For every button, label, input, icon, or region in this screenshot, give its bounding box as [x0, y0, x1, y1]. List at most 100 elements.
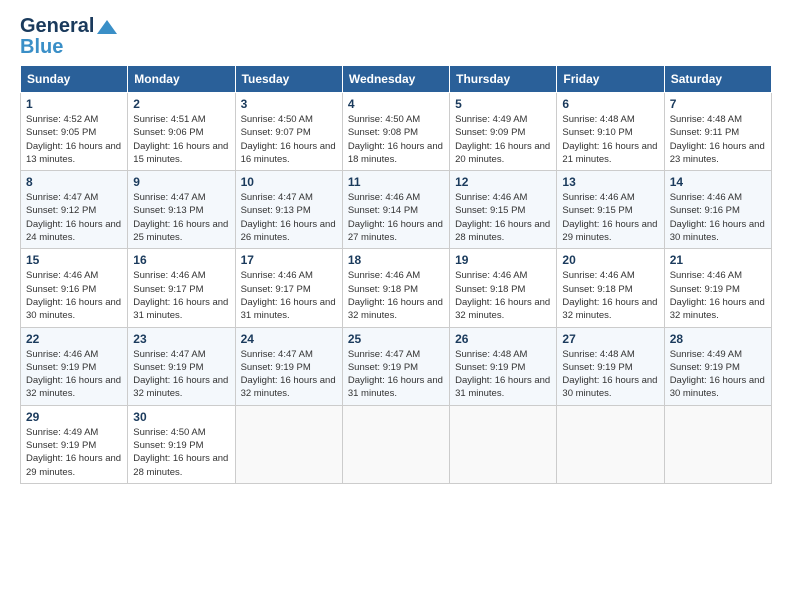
day-info: Sunrise: 4:50 AMSunset: 9:19 PMDaylight:…	[133, 426, 229, 479]
day-number: 13	[562, 175, 658, 189]
day-info: Sunrise: 4:47 AMSunset: 9:13 PMDaylight:…	[133, 191, 229, 244]
calendar-header-saturday: Saturday	[664, 66, 771, 93]
calendar-cell	[450, 405, 557, 483]
day-number: 24	[241, 332, 337, 346]
day-info: Sunrise: 4:49 AMSunset: 9:19 PMDaylight:…	[26, 426, 122, 479]
calendar-cell	[664, 405, 771, 483]
calendar-week-row: 1 Sunrise: 4:52 AMSunset: 9:05 PMDaylight…	[21, 93, 772, 171]
calendar-cell: 26 Sunrise: 4:48 AMSunset: 9:19 PMDayligh…	[450, 327, 557, 405]
day-info: Sunrise: 4:47 AMSunset: 9:13 PMDaylight:…	[241, 191, 337, 244]
day-number: 18	[348, 253, 444, 267]
day-number: 1	[26, 97, 122, 111]
calendar-header-thursday: Thursday	[450, 66, 557, 93]
day-number: 22	[26, 332, 122, 346]
day-info: Sunrise: 4:47 AMSunset: 9:12 PMDaylight:…	[26, 191, 122, 244]
logo: General Blue	[20, 15, 117, 59]
day-info: Sunrise: 4:47 AMSunset: 9:19 PMDaylight:…	[348, 348, 444, 401]
calendar-header-friday: Friday	[557, 66, 664, 93]
day-info: Sunrise: 4:46 AMSunset: 9:19 PMDaylight:…	[670, 269, 766, 322]
day-number: 28	[670, 332, 766, 346]
calendar-cell: 28 Sunrise: 4:49 AMSunset: 9:19 PMDayligh…	[664, 327, 771, 405]
day-number: 30	[133, 410, 229, 424]
day-info: Sunrise: 4:46 AMSunset: 9:16 PMDaylight:…	[670, 191, 766, 244]
day-number: 19	[455, 253, 551, 267]
day-number: 17	[241, 253, 337, 267]
calendar-cell: 22 Sunrise: 4:46 AMSunset: 9:19 PMDayligh…	[21, 327, 128, 405]
calendar-cell: 3Sunrise: 4:50 AMSunset: 9:07 PMDaylight…	[235, 93, 342, 171]
page-header: General Blue	[20, 15, 772, 59]
day-info: Sunrise: 4:48 AMSunset: 9:19 PMDaylight:…	[562, 348, 658, 401]
calendar-cell	[557, 405, 664, 483]
logo-general-text: General	[20, 15, 94, 38]
day-number: 25	[348, 332, 444, 346]
logo-blue-label: Blue	[20, 36, 63, 59]
day-info: Sunrise: 4:49 AMSunset: 9:19 PMDaylight:…	[670, 348, 766, 401]
day-number: 27	[562, 332, 658, 346]
day-number: 20	[562, 253, 658, 267]
day-number: 9	[133, 175, 229, 189]
day-info: Sunrise: 4:47 AMSunset: 9:19 PMDaylight:…	[133, 348, 229, 401]
day-info: Sunrise: 4:50 AMSunset: 9:07 PMDaylight:…	[241, 113, 337, 166]
calendar-cell: 27 Sunrise: 4:48 AMSunset: 9:19 PMDayligh…	[557, 327, 664, 405]
day-number: 12	[455, 175, 551, 189]
calendar-week-row: 22 Sunrise: 4:46 AMSunset: 9:19 PMDayligh…	[21, 327, 772, 405]
calendar-cell: 7 Sunrise: 4:48 AMSunset: 9:11 PMDaylight…	[664, 93, 771, 171]
calendar-cell: 8Sunrise: 4:47 AMSunset: 9:12 PMDaylight…	[21, 171, 128, 249]
calendar-week-row: 8Sunrise: 4:47 AMSunset: 9:12 PMDaylight…	[21, 171, 772, 249]
day-info: Sunrise: 4:46 AMSunset: 9:15 PMDaylight:…	[455, 191, 551, 244]
day-number: 16	[133, 253, 229, 267]
logo-triangle-icon	[97, 20, 117, 34]
calendar-cell: 18Sunrise: 4:46 AMSunset: 9:18 PMDayligh…	[342, 249, 449, 327]
calendar-cell: 17Sunrise: 4:46 AMSunset: 9:17 PMDayligh…	[235, 249, 342, 327]
calendar-cell: 4Sunrise: 4:50 AMSunset: 9:08 PMDaylight…	[342, 93, 449, 171]
calendar-cell	[235, 405, 342, 483]
day-number: 7	[670, 97, 766, 111]
calendar-cell: 15 Sunrise: 4:46 AMSunset: 9:16 PMDayligh…	[21, 249, 128, 327]
calendar-week-row: 15 Sunrise: 4:46 AMSunset: 9:16 PMDayligh…	[21, 249, 772, 327]
day-info: Sunrise: 4:52 AMSunset: 9:05 PMDaylight:…	[26, 113, 122, 166]
calendar-cell: 20 Sunrise: 4:46 AMSunset: 9:18 PMDayligh…	[557, 249, 664, 327]
day-info: Sunrise: 4:46 AMSunset: 9:17 PMDaylight:…	[133, 269, 229, 322]
calendar-cell	[342, 405, 449, 483]
day-info: Sunrise: 4:48 AMSunset: 9:19 PMDaylight:…	[455, 348, 551, 401]
day-number: 14	[670, 175, 766, 189]
calendar-header-sunday: Sunday	[21, 66, 128, 93]
day-number: 23	[133, 332, 229, 346]
calendar-cell: 11Sunrise: 4:46 AMSunset: 9:14 PMDayligh…	[342, 171, 449, 249]
day-info: Sunrise: 4:46 AMSunset: 9:18 PMDaylight:…	[455, 269, 551, 322]
day-info: Sunrise: 4:48 AMSunset: 9:11 PMDaylight:…	[670, 113, 766, 166]
day-info: Sunrise: 4:49 AMSunset: 9:09 PMDaylight:…	[455, 113, 551, 166]
calendar-week-row: 29 Sunrise: 4:49 AMSunset: 9:19 PMDayligh…	[21, 405, 772, 483]
calendar-table: SundayMondayTuesdayWednesdayThursdayFrid…	[20, 65, 772, 484]
day-number: 6	[562, 97, 658, 111]
day-info: Sunrise: 4:46 AMSunset: 9:19 PMDaylight:…	[26, 348, 122, 401]
calendar-header-wednesday: Wednesday	[342, 66, 449, 93]
day-number: 26	[455, 332, 551, 346]
day-number: 2	[133, 97, 229, 111]
calendar-cell: 2 Sunrise: 4:51 AMSunset: 9:06 PMDaylight…	[128, 93, 235, 171]
calendar-cell: 21Sunrise: 4:46 AMSunset: 9:19 PMDayligh…	[664, 249, 771, 327]
day-number: 29	[26, 410, 122, 424]
day-info: Sunrise: 4:47 AMSunset: 9:19 PMDaylight:…	[241, 348, 337, 401]
calendar-cell: 25 Sunrise: 4:47 AMSunset: 9:19 PMDayligh…	[342, 327, 449, 405]
calendar-cell: 12 Sunrise: 4:46 AMSunset: 9:15 PMDayligh…	[450, 171, 557, 249]
calendar-cell: 30 Sunrise: 4:50 AMSunset: 9:19 PMDayligh…	[128, 405, 235, 483]
day-number: 5	[455, 97, 551, 111]
day-number: 10	[241, 175, 337, 189]
calendar-cell: 1 Sunrise: 4:52 AMSunset: 9:05 PMDaylight…	[21, 93, 128, 171]
day-number: 15	[26, 253, 122, 267]
day-info: Sunrise: 4:46 AMSunset: 9:18 PMDaylight:…	[562, 269, 658, 322]
calendar-header-tuesday: Tuesday	[235, 66, 342, 93]
day-info: Sunrise: 4:48 AMSunset: 9:10 PMDaylight:…	[562, 113, 658, 166]
day-info: Sunrise: 4:46 AMSunset: 9:15 PMDaylight:…	[562, 191, 658, 244]
day-info: Sunrise: 4:51 AMSunset: 9:06 PMDaylight:…	[133, 113, 229, 166]
calendar-cell: 10 Sunrise: 4:47 AMSunset: 9:13 PMDayligh…	[235, 171, 342, 249]
calendar-cell: 14 Sunrise: 4:46 AMSunset: 9:16 PMDayligh…	[664, 171, 771, 249]
calendar-cell: 9 Sunrise: 4:47 AMSunset: 9:13 PMDaylight…	[128, 171, 235, 249]
calendar-cell: 19 Sunrise: 4:46 AMSunset: 9:18 PMDayligh…	[450, 249, 557, 327]
day-info: Sunrise: 4:50 AMSunset: 9:08 PMDaylight:…	[348, 113, 444, 166]
calendar-header-row: SundayMondayTuesdayWednesdayThursdayFrid…	[21, 66, 772, 93]
calendar-cell: 24 Sunrise: 4:47 AMSunset: 9:19 PMDayligh…	[235, 327, 342, 405]
calendar-header-monday: Monday	[128, 66, 235, 93]
day-info: Sunrise: 4:46 AMSunset: 9:16 PMDaylight:…	[26, 269, 122, 322]
